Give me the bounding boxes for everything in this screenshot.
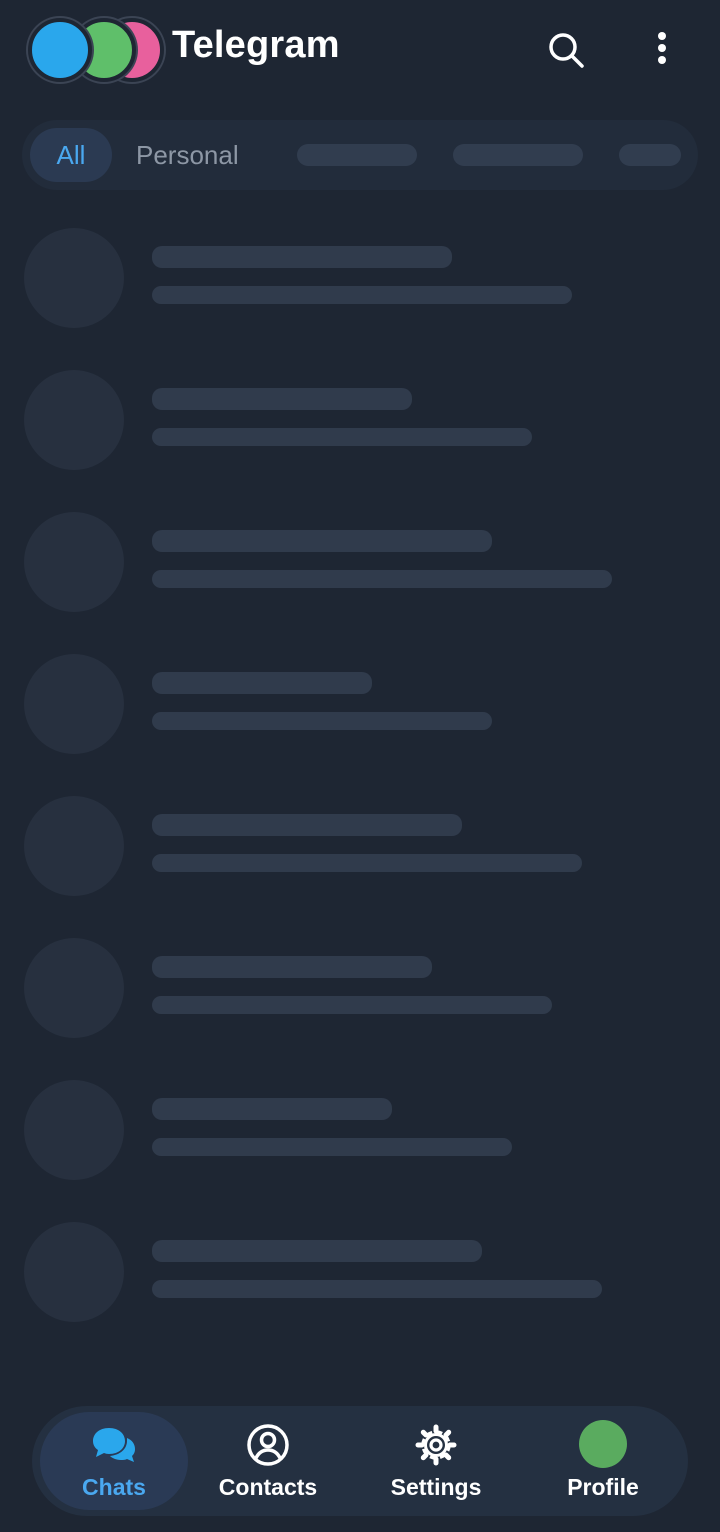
nav-label: Contacts (218, 1474, 318, 1500)
tab-placeholder (619, 144, 681, 166)
search-icon (549, 33, 584, 68)
account-avatar[interactable] (28, 18, 92, 82)
tab-all[interactable]: All (30, 128, 112, 182)
avatar-placeholder (24, 654, 124, 754)
account-switcher[interactable] (28, 18, 164, 82)
nav-label: Chats (82, 1474, 146, 1500)
app-header: Telegram (0, 0, 720, 100)
bottom-navigation: Chats Contacts Settings Profile (32, 1406, 688, 1516)
profile-avatar (579, 1420, 627, 1468)
title-placeholder (152, 246, 452, 268)
title-placeholder (152, 388, 412, 410)
settings-icon (415, 1424, 457, 1466)
more-options-button[interactable] (640, 28, 684, 72)
contacts-icon (247, 1424, 289, 1466)
title-placeholder (152, 956, 432, 978)
avatar-placeholder (24, 370, 124, 470)
message-placeholder (152, 996, 552, 1014)
avatar-placeholder (24, 796, 124, 896)
tab-personal[interactable]: Personal (136, 128, 239, 182)
tab-placeholder (297, 144, 417, 166)
message-placeholder (152, 712, 492, 730)
chat-placeholder (0, 654, 720, 796)
avatar-placeholder (24, 938, 124, 1038)
title-placeholder (152, 530, 492, 552)
chat-placeholder (0, 228, 720, 370)
folder-tabs: All Personal (22, 120, 698, 190)
chat-placeholder (0, 796, 720, 938)
message-placeholder (152, 1280, 602, 1298)
search-button[interactable] (544, 28, 588, 72)
message-placeholder (152, 854, 582, 872)
chats-icon (93, 1428, 135, 1462)
nav-chats[interactable]: Chats (40, 1406, 188, 1516)
chat-placeholder (0, 1080, 720, 1222)
chat-placeholder (0, 1222, 720, 1364)
avatar-placeholder (24, 1080, 124, 1180)
nav-profile[interactable]: Profile (540, 1406, 666, 1516)
app-title: Telegram (172, 24, 340, 66)
nav-label: Profile (567, 1474, 639, 1500)
tab-placeholder (453, 144, 583, 166)
message-placeholder (152, 570, 612, 588)
avatar-placeholder (24, 512, 124, 612)
avatar-placeholder (24, 1222, 124, 1322)
message-placeholder (152, 428, 532, 446)
message-placeholder (152, 286, 572, 304)
chat-placeholder (0, 512, 720, 654)
chat-placeholder (0, 370, 720, 512)
chat-placeholder (0, 938, 720, 1080)
nav-label: Settings (390, 1474, 482, 1500)
nav-settings[interactable]: Settings (376, 1406, 496, 1516)
title-placeholder (152, 1098, 392, 1120)
avatar-placeholder (24, 228, 124, 328)
message-placeholder (152, 1138, 512, 1156)
more-vert-icon (658, 32, 666, 64)
title-placeholder (152, 672, 372, 694)
nav-contacts[interactable]: Contacts (208, 1406, 328, 1516)
title-placeholder (152, 814, 462, 836)
title-placeholder (152, 1240, 482, 1262)
